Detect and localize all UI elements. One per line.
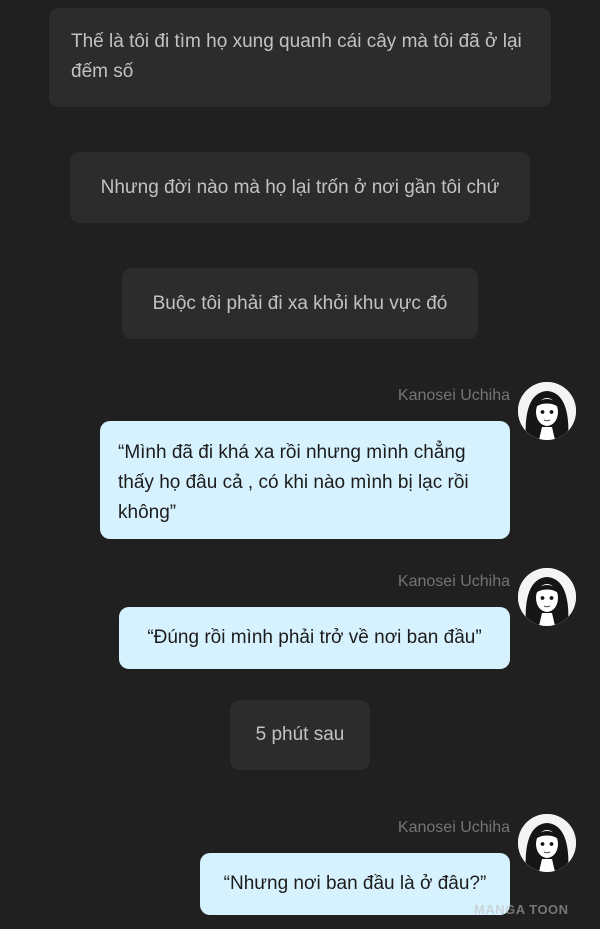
message-text: “Đúng rồi mình phải trở về nơi ban đầu” xyxy=(147,627,482,648)
narration-bubble: 5 phút sau xyxy=(230,700,370,770)
message-bubble: “Mình đã đi khá xa rồi nhưng mình chẳng … xyxy=(100,421,510,539)
speaker-name: Kanosei Uchiha xyxy=(397,387,510,404)
narration-text: Buộc tôi phải đi xa khỏi khu vực đó xyxy=(152,292,448,314)
message-text: “Nhưng nơi ban đầu là ở đâu?” xyxy=(223,873,487,894)
narration-bubble: Buộc tôi phải đi xa khỏi khu vực đó xyxy=(122,268,478,339)
message-text: “Mình đã đi khá xa rồi nhưng mình chẳng … xyxy=(118,442,469,523)
narration-text: Thế là tôi đi tìm họ xung quanh cái cây … xyxy=(71,31,522,82)
speaker-name: Kanosei Uchiha xyxy=(397,573,510,590)
girl-avatar-icon[interactable] xyxy=(518,814,576,872)
watermark: MANGA TOON xyxy=(474,902,569,917)
message-bubble: “Nhưng nơi ban đầu là ở đâu?” xyxy=(200,853,510,915)
message-bubble: “Đúng rồi mình phải trở về nơi ban đầu” xyxy=(119,607,510,669)
girl-avatar-icon[interactable] xyxy=(518,382,576,440)
narration-text: Nhưng đời nào mà họ lại trốn ở nơi gần t… xyxy=(100,176,500,198)
narration-bubble: Thế là tôi đi tìm họ xung quanh cái cây … xyxy=(49,8,551,107)
speaker-name: Kanosei Uchiha xyxy=(397,819,510,836)
narration-bubble: Nhưng đời nào mà họ lại trốn ở nơi gần t… xyxy=(70,152,530,223)
girl-avatar-icon[interactable] xyxy=(518,568,576,626)
narration-text: 5 phút sau xyxy=(255,724,345,745)
